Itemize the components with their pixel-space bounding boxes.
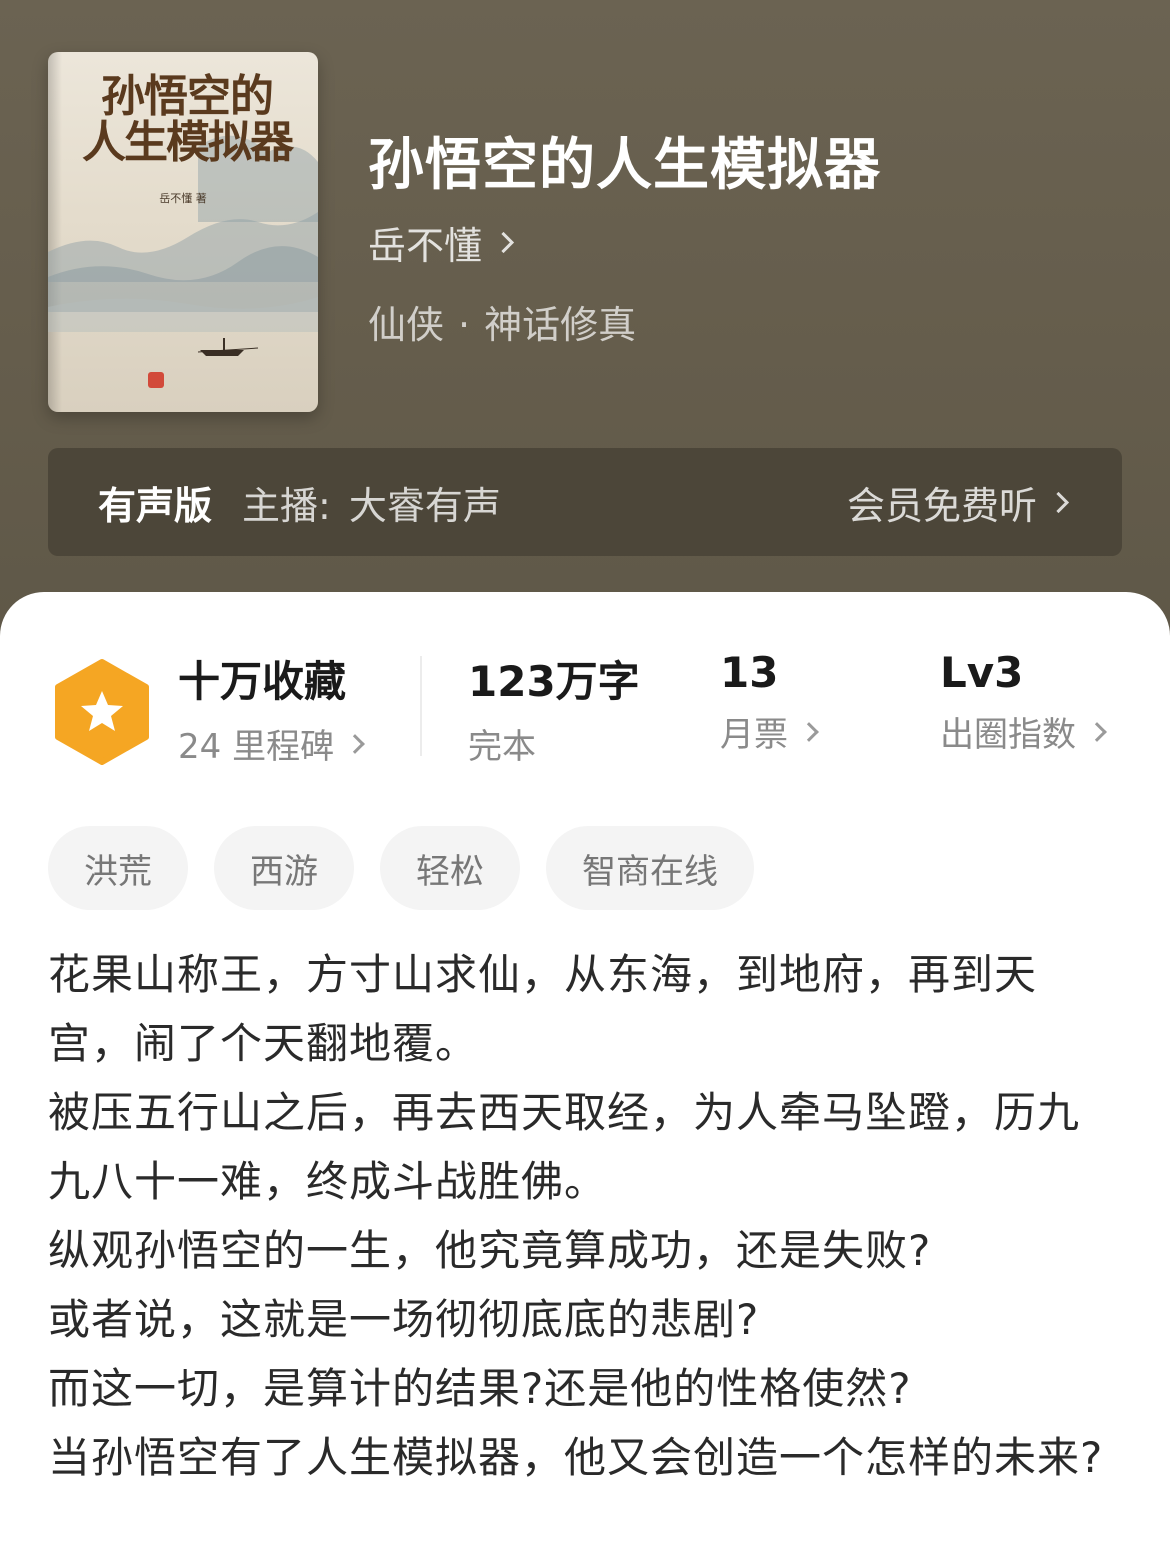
popularity-index-label: 出圈指数 — [940, 715, 1076, 755]
book-detail-panel: 十万收藏 24 里程碑 123万字 完本 13 月票 Lv3 出圈指数 洪荒 西… — [0, 592, 1170, 1566]
genre-row: 仙侠 · 神话修真 — [368, 294, 636, 349]
book-cover[interactable]: 孙悟空的 人生模拟器 岳不懂 著 — [48, 52, 318, 412]
word-count: 123万字 — [468, 657, 640, 706]
genre-category[interactable]: 仙侠 — [368, 303, 444, 347]
synopsis-paragraph: 纵观孙悟空的一生，他究竟算成功，还是失败? — [48, 1226, 932, 1275]
chevron-right-icon — [1087, 721, 1107, 742]
stat-word-count: 123万字 完本 — [468, 648, 640, 768]
chevron-right-icon — [492, 231, 515, 254]
audio-edition-label: 有声版 — [98, 483, 213, 528]
stats-row: 十万收藏 24 里程碑 123万字 完本 13 月票 Lv3 出圈指数 — [0, 648, 1170, 768]
favorites-count: 十万收藏 — [178, 657, 347, 706]
author-link[interactable]: 岳不懂 — [368, 215, 515, 270]
audio-host-name: 大睿有声 — [348, 483, 501, 528]
cover-title-line1: 孙悟空的 — [101, 71, 274, 122]
member-free-listen-button[interactable]: 会员免费听 — [846, 475, 1070, 530]
chevron-right-icon — [799, 721, 819, 742]
genre-subcategory[interactable]: 神话修真 — [484, 303, 636, 347]
audio-edition-bar[interactable]: 有声版 主播: 大睿有声 会员免费听 — [48, 448, 1122, 556]
tag-chip[interactable]: 西游 — [214, 826, 354, 910]
milestones-label: 24 里程碑 — [178, 727, 335, 767]
chevron-right-icon — [1047, 491, 1070, 513]
tag-list: 洪荒 西游 轻松 智商在线 — [48, 826, 754, 910]
synopsis-paragraph: 或者说，这就是一场彻彻底底的悲剧? — [48, 1295, 760, 1344]
cover-title: 孙悟空的 人生模拟器 — [62, 71, 312, 169]
milestones-link[interactable]: 24 里程碑 — [178, 719, 365, 768]
genre-separator: · — [458, 303, 471, 347]
monthly-tickets-label: 月票 — [720, 715, 788, 755]
synopsis-paragraph: 花果山称王，方寸山求仙，从东海，到地府，再到天宫，闹了个天翻地覆。 — [48, 950, 1038, 1068]
tag-chip[interactable]: 智商在线 — [546, 826, 754, 910]
completion-status-label: 完本 — [468, 727, 536, 767]
synopsis-paragraph: 被压五行山之后，再去西天取经，为人牵马坠蹬，历九九八十一难，终成斗战胜佛。 — [48, 1088, 1081, 1206]
book-header: 孙悟空的 人生模拟器 岳不懂 著 孙悟空的人生模拟器 岳不懂 仙侠 · 神话修真 有… — [0, 0, 1170, 640]
monthly-tickets-link[interactable]: 月票 — [720, 707, 819, 756]
star-hexagon-icon — [55, 659, 149, 765]
cover-title-line2: 人生模拟器 — [82, 117, 294, 169]
stat-favorites[interactable]: 十万收藏 24 里程碑 — [178, 648, 365, 768]
synopsis-paragraph: 而这一切，是算计的结果?还是他的性格使然? — [48, 1364, 912, 1413]
synopsis-paragraph: 当孙悟空有了人生模拟器，他又会创造一个怎样的未来? — [48, 1433, 1104, 1482]
tag-chip[interactable]: 洪荒 — [48, 826, 188, 910]
tag-chip[interactable]: 轻松 — [380, 826, 520, 910]
chevron-right-icon — [345, 733, 365, 754]
audio-host-label: 主播: — [242, 483, 331, 528]
cover-author-credit: 岳不懂 著 — [159, 192, 207, 205]
monthly-tickets-value: 13 — [720, 648, 779, 697]
completion-status: 完本 — [468, 719, 640, 768]
stat-monthly-tickets[interactable]: 13 月票 — [720, 648, 819, 756]
popularity-index-link[interactable]: 出圈指数 — [940, 707, 1107, 756]
book-synopsis: 花果山称王，方寸山求仙，从东海，到地府，再到天宫，闹了个天翻地覆。 被压五行山之… — [48, 940, 1118, 1492]
popularity-level-value: Lv3 — [940, 648, 1024, 697]
stats-divider — [420, 656, 422, 756]
author-name: 岳不懂 — [368, 224, 483, 268]
publisher-logo-icon — [148, 372, 164, 388]
member-free-listen-label: 会员免费听 — [846, 483, 1037, 528]
stat-popularity-level[interactable]: Lv3 出圈指数 — [940, 648, 1107, 756]
book-title: 孙悟空的人生模拟器 — [368, 133, 881, 198]
